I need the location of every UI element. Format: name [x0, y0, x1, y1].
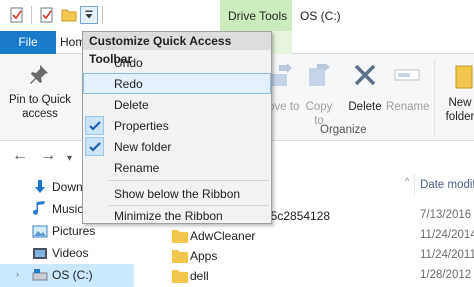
window-title: OS (C:) — [300, 9, 341, 23]
pin-to-quick-access-button[interactable]: Pin to Quick access — [4, 62, 76, 121]
drive-icon — [32, 269, 48, 281]
file-date: 7/13/2016 — [420, 209, 472, 221]
folder-icon — [172, 250, 188, 263]
properties-icon[interactable] — [38, 6, 56, 24]
menu-item-minimize-ribbon[interactable]: Minimize the Ribbon — [83, 205, 271, 226]
file-date: 1/28/2012 — [420, 269, 472, 281]
new-folder-button[interactable]: New folder — [440, 62, 474, 124]
videos-icon — [33, 248, 47, 259]
rename-button[interactable]: Rename — [386, 62, 430, 114]
folder-icon — [172, 230, 188, 243]
file-name: dell — [190, 269, 209, 283]
menu-item-delete[interactable]: Delete — [83, 94, 271, 115]
menu-item-label: Delete — [114, 98, 149, 112]
checkmark-icon — [85, 116, 104, 135]
folder-icon — [172, 270, 188, 283]
tab-file[interactable]: File — [0, 31, 56, 54]
nav-item-label: Pictures — [52, 224, 96, 238]
delete-label: Delete — [348, 101, 382, 113]
rename-label: Rename — [386, 101, 430, 113]
customize-qat-menu: Customize Quick Access Toolbar Undo Redo… — [82, 31, 272, 224]
back-arrow-icon[interactable]: ← — [12, 147, 28, 165]
ribbon-group-separator — [434, 60, 435, 136]
forward-arrow-icon[interactable]: → — [40, 147, 56, 165]
menu-item-label: Undo — [114, 56, 143, 70]
file-name: AdwCleaner — [190, 229, 256, 243]
menu-item-redo[interactable]: Redo — [83, 73, 271, 94]
copy-to-button[interactable]: Copy to — [300, 62, 338, 128]
menu-item-rename[interactable]: Rename — [83, 157, 271, 178]
delete-x-icon — [354, 64, 376, 86]
menu-item-label: Show below the Ribbon — [114, 187, 241, 201]
nav-item-os-drive[interactable]: › OS (C:) — [0, 264, 134, 287]
file-row[interactable]: Apps 11/24/2011 — [160, 246, 474, 266]
file-explorer-window: Drive Tools OS (C:) File Home Pin to Qui… — [0, 0, 474, 287]
nav-item-label: Music — [52, 202, 84, 216]
menu-item-undo[interactable]: Undo — [83, 52, 271, 73]
menu-item-label: New folder — [114, 140, 172, 154]
sort-chevron-icon: ^ — [405, 176, 410, 186]
music-icon — [33, 201, 45, 215]
menu-item-label: Minimize the Ribbon — [114, 209, 223, 223]
drive-tools-label: Drive Tools — [228, 9, 288, 23]
menu-title: Customize Quick Access Toolbar — [83, 32, 271, 66]
nav-item-label: OS (C:) — [52, 268, 93, 282]
menu-item-new-folder[interactable]: New folder — [83, 136, 271, 157]
menu-item-show-below-ribbon[interactable]: Show below the Ribbon — [83, 183, 271, 204]
copy-to-icon — [309, 63, 330, 86]
pictures-icon — [32, 225, 48, 238]
file-row[interactable]: dell 1/28/2012 — [160, 266, 474, 286]
customize-qat-dropdown-icon[interactable] — [80, 6, 98, 24]
menu-item-label: Properties — [114, 119, 169, 133]
organize-group-label: Organize — [320, 124, 367, 136]
menu-item-properties[interactable]: Properties — [83, 115, 271, 136]
column-header-date-modified[interactable]: Date modified — [420, 179, 474, 191]
file-row[interactable]: AdwCleaner 11/24/2014 — [160, 226, 474, 246]
nav-item-label: Videos — [52, 246, 89, 260]
menu-separator — [109, 180, 269, 181]
pin-label: Pin to Quick access — [9, 94, 71, 120]
column-separator[interactable] — [414, 174, 415, 196]
recent-locations-chevron-icon[interactable]: ▾ — [67, 150, 72, 168]
downloads-icon — [35, 180, 45, 193]
checkmark-icon — [85, 137, 104, 156]
rename-icon — [394, 69, 420, 81]
qat-separator — [31, 6, 32, 24]
menu-item-label: Rename — [114, 161, 160, 175]
delete-button[interactable]: Delete — [343, 62, 387, 114]
qat-separator — [102, 6, 103, 24]
pin-icon — [30, 65, 48, 84]
new-folder-large-icon — [455, 65, 473, 89]
new-folder-icon[interactable] — [60, 6, 78, 24]
properties-icon[interactable] — [8, 6, 26, 24]
new-folder-label: New folder — [445, 97, 474, 123]
expand-chevron-icon[interactable]: › — [16, 269, 19, 279]
menu-item-label: Redo — [114, 77, 143, 91]
file-date: 11/24/2014 — [420, 229, 474, 241]
file-name: Apps — [190, 249, 218, 263]
title-bar: Drive Tools OS (C:) — [0, 0, 474, 31]
nav-item-videos[interactable]: Videos — [0, 242, 134, 264]
file-date: 11/24/2011 — [420, 249, 474, 261]
